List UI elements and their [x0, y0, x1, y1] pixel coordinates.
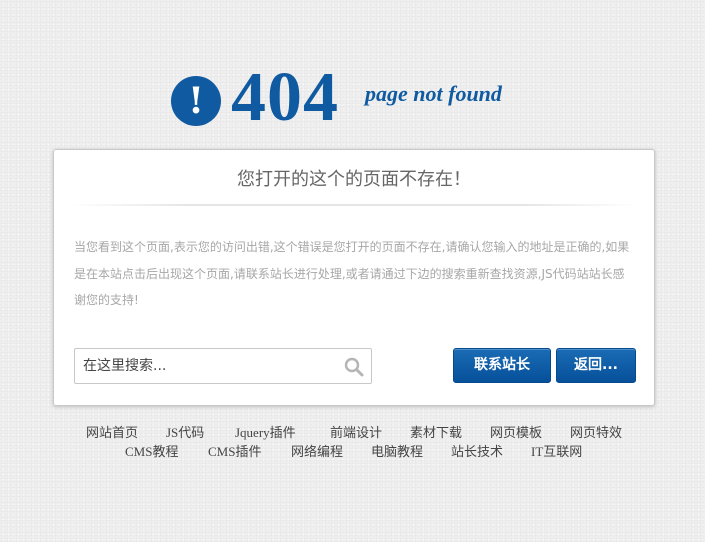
back-button[interactable]: 返回...	[556, 348, 636, 383]
footer-link-js-code[interactable]: JS代码	[166, 422, 204, 441]
footer-link-templates[interactable]: 网页模板	[490, 422, 542, 441]
footer-link-webmaster-tech[interactable]: 站长技术	[451, 441, 503, 460]
error-header: ! 404 page not found	[171, 60, 571, 136]
error-subtitle: page not found	[365, 81, 502, 106]
footer-link-web-programming[interactable]: 网络编程	[291, 441, 343, 460]
footer-link-frontend-design[interactable]: 前端设计	[330, 422, 382, 441]
footer-link-downloads[interactable]: 素材下载	[410, 422, 462, 441]
footer-link-effects[interactable]: 网页特效	[570, 422, 622, 441]
exclamation-icon: !	[171, 76, 221, 126]
error-code: 404	[231, 59, 339, 136]
search-input[interactable]	[75, 349, 335, 383]
footer-link-it-internet[interactable]: IT互联网	[531, 441, 582, 460]
footer-link-home[interactable]: 网站首页	[86, 422, 138, 441]
error-message: 当您看到这个页面,表示您的访问出错,这个错误是您打开的页面不存在,请确认您输入的…	[74, 240, 630, 307]
search-icon[interactable]	[344, 357, 364, 377]
error-panel: 您打开的这个的页面不存在！ 当您看到这个页面,表示您的访问出错,这个错误是您打开…	[53, 149, 655, 406]
search-box	[74, 348, 372, 384]
footer-link-pc-tutorials[interactable]: 电脑教程	[371, 441, 423, 460]
contact-admin-button[interactable]: 联系站长	[453, 348, 551, 383]
divider	[69, 204, 639, 206]
footer-link-jquery-plugins[interactable]: Jquery插件	[235, 422, 296, 441]
footer-link-cms-plugins[interactable]: CMS插件	[208, 441, 261, 460]
panel-title: 您打开的这个的页面不存在！	[237, 169, 471, 190]
footer-link-cms-tutorials[interactable]: CMS教程	[125, 441, 178, 460]
